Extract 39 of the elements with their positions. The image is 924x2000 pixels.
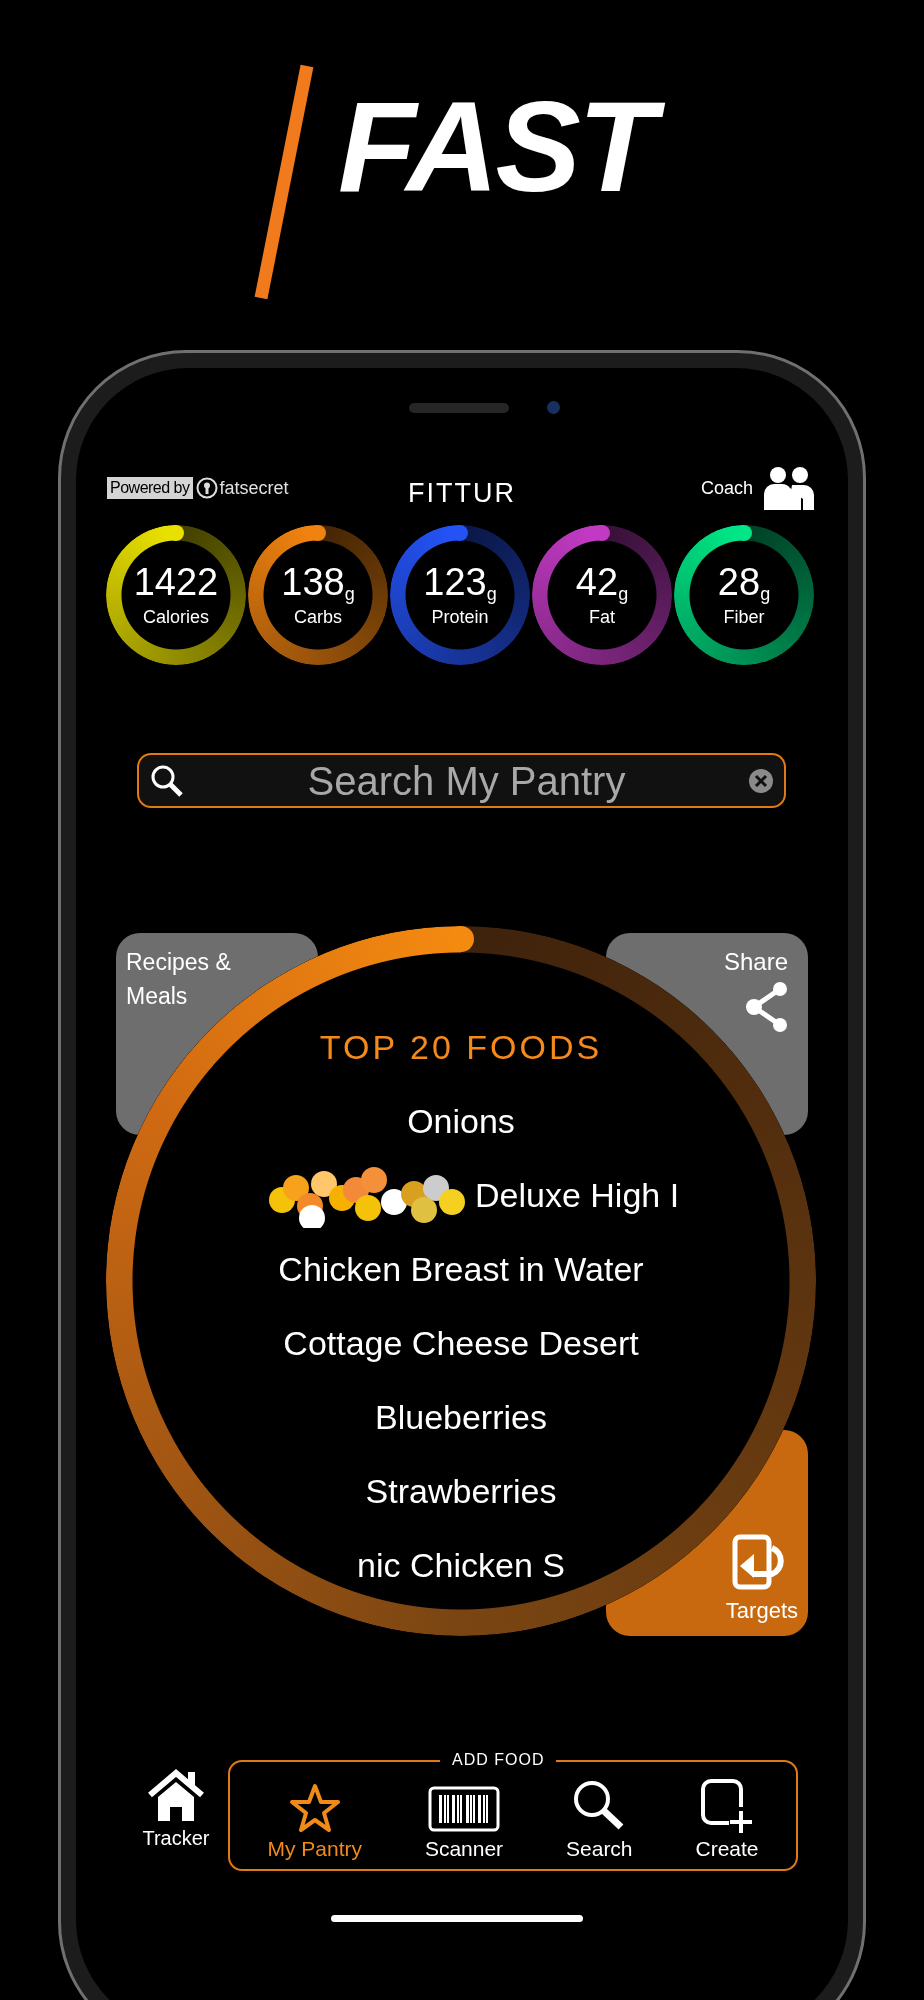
ring-value: 138$_{g}$ xyxy=(281,562,355,602)
barcode-icon xyxy=(427,1784,501,1833)
nav-tab[interactable]: My Pantry xyxy=(267,1770,362,1861)
keyhole-icon xyxy=(195,477,218,500)
ring-label: Calories xyxy=(143,606,209,628)
ring-label: Fiber xyxy=(723,606,765,628)
list-title: TOP 20 FOODS xyxy=(319,1026,603,1068)
clear-icon[interactable] xyxy=(748,767,774,794)
food-item[interactable]: nic Chicken S xyxy=(357,1539,565,1591)
food-item[interactable]: Onions xyxy=(407,1095,515,1147)
slash-icon xyxy=(252,62,316,302)
add-square-icon xyxy=(699,1778,755,1833)
camera-lens xyxy=(547,401,560,414)
ring-label: Fat xyxy=(589,606,615,628)
search-field[interactable]: Search My Pantry xyxy=(137,753,786,808)
nav-tab[interactable]: Search xyxy=(566,1770,633,1861)
powered-by-label: Powered by xyxy=(107,477,193,500)
ring-value: 28$_{g}$ xyxy=(717,562,771,602)
tracker-tab[interactable]: Tracker xyxy=(136,1767,216,1871)
nav-tab[interactable]: Create xyxy=(695,1770,759,1861)
ring-value: 123$_{g}$ xyxy=(423,562,497,602)
share-icon xyxy=(744,981,790,1033)
food-item[interactable]: Chicken Breast in Water xyxy=(278,1243,644,1295)
food-item[interactable]: Cottage Cheese Desert xyxy=(283,1317,639,1369)
provider-name: fatsecret xyxy=(219,476,289,500)
food-item[interactable]: Strawberries xyxy=(365,1465,557,1517)
food-item[interactable]: Deluxe High I xyxy=(475,1169,680,1221)
food-item[interactable]: Blueberries xyxy=(375,1391,547,1443)
nav-tab[interactable]: Scanner xyxy=(424,1770,504,1861)
coach-button[interactable]: Coach xyxy=(700,466,817,511)
ring-label: Protein xyxy=(431,606,489,628)
home-icon xyxy=(146,1767,206,1823)
app-title: FITTUR xyxy=(408,477,516,510)
headline: FAST xyxy=(330,72,680,222)
people-icon xyxy=(761,466,817,511)
ring-value: 1422 xyxy=(133,562,219,602)
ring-value: 42$_{g}$ xyxy=(575,562,629,602)
ring-label: Carbs xyxy=(294,606,342,628)
star-icon xyxy=(288,1782,341,1833)
